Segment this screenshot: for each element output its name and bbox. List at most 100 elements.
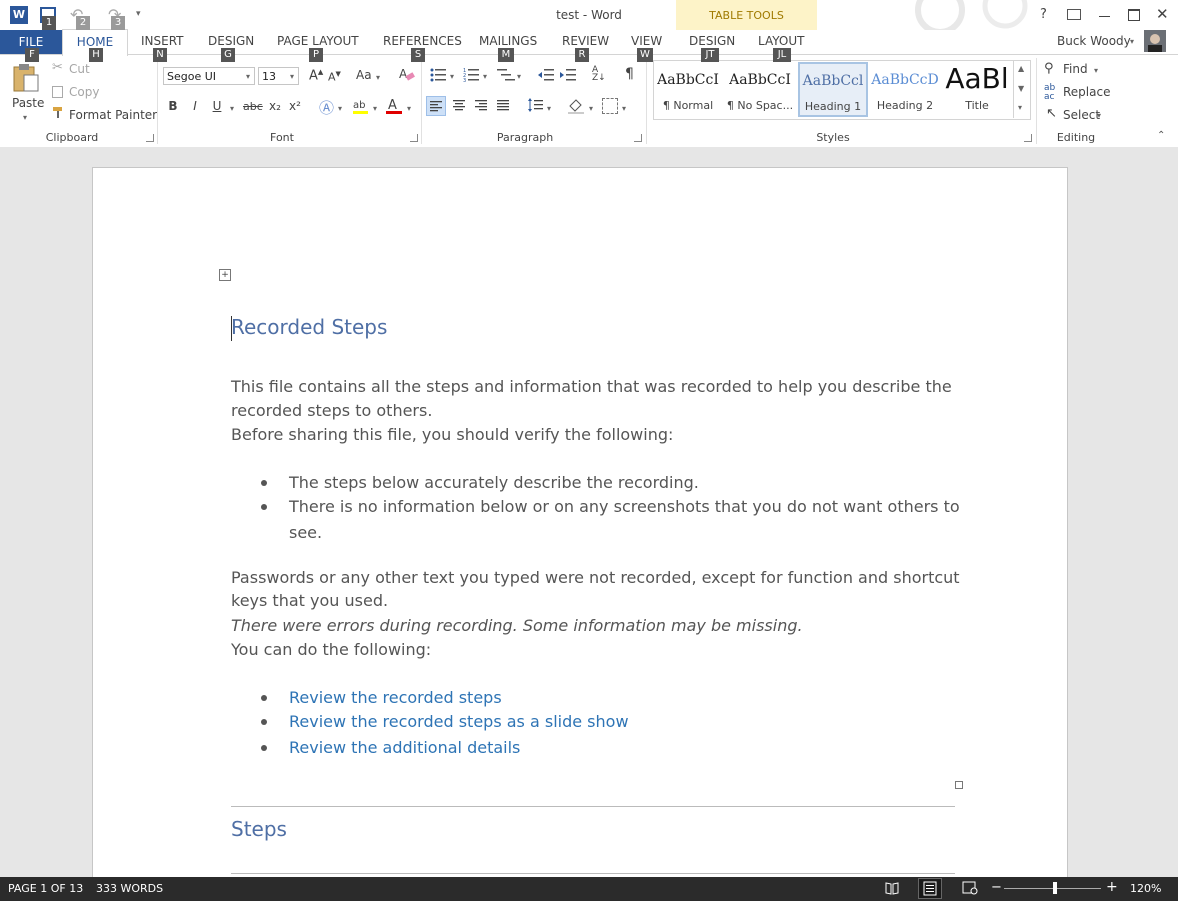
numbering-icon[interactable]: 123 (463, 67, 479, 84)
paste-dropdown-icon[interactable]: ▾ (23, 113, 27, 122)
tab-review[interactable]: REVIEW (562, 34, 609, 48)
line-spacing-dropdown-icon[interactable]: ▾ (547, 104, 551, 113)
superscript-button[interactable]: x² (289, 99, 301, 113)
subscript-button[interactable]: x₂ (269, 99, 281, 113)
minimize-icon[interactable] (1099, 16, 1110, 17)
ribbon-display-options-icon[interactable] (1067, 9, 1081, 20)
link-review-steps[interactable]: Review the recorded steps (289, 686, 502, 710)
zoom-level[interactable]: 120% (1130, 882, 1161, 895)
style-normal[interactable]: AaBbCcI ¶ Normal (654, 63, 722, 115)
tab-table-design[interactable]: DESIGN (689, 34, 735, 48)
page-count[interactable]: PAGE 1 OF 13 (8, 882, 83, 895)
doc-paragraph-1[interactable]: This file contains all the steps and inf… (231, 375, 952, 399)
avatar[interactable] (1144, 30, 1166, 52)
tab-table-layout[interactable]: LAYOUT (758, 34, 804, 48)
find-dropdown-icon[interactable]: ▾ (1094, 66, 1098, 75)
tab-page-layout[interactable]: PAGE LAYOUT (277, 34, 359, 48)
copy-button[interactable]: Copy (69, 85, 99, 99)
change-case-dropdown-icon[interactable]: ▾ (376, 73, 380, 82)
decrease-indent-icon[interactable] (538, 67, 554, 83)
bold-button[interactable]: B (164, 99, 182, 113)
tab-view[interactable]: VIEW (631, 34, 662, 48)
borders-icon[interactable] (602, 98, 618, 114)
font-name-box[interactable]: Segoe UI (163, 67, 255, 85)
select-dropdown-icon[interactable]: ▾ (1097, 111, 1101, 120)
multilevel-dropdown-icon[interactable]: ▾ (517, 72, 521, 81)
borders-dropdown-icon[interactable]: ▾ (622, 104, 626, 113)
underline-dropdown-icon[interactable]: ▾ (230, 104, 234, 113)
print-layout-button[interactable] (918, 878, 942, 899)
sort-icon[interactable]: A Z↓ (592, 66, 608, 84)
format-painter-button[interactable]: Format Painter (69, 108, 157, 122)
align-center-icon[interactable] (451, 97, 467, 113)
link-review-slide-show[interactable]: Review the recorded steps as a slide sho… (289, 710, 629, 734)
font-color-icon[interactable]: A (385, 97, 403, 115)
paragraph-launcher-icon[interactable] (634, 134, 642, 142)
word-count[interactable]: 333 WORDS (96, 882, 163, 895)
tab-mailings[interactable]: MAILINGS (479, 34, 537, 48)
user-name[interactable]: Buck Woody (1057, 34, 1131, 48)
styles-launcher-icon[interactable] (1024, 134, 1032, 142)
numbering-dropdown-icon[interactable]: ▾ (483, 72, 487, 81)
doc-paragraph-2[interactable]: Before sharing this file, you should ver… (231, 423, 673, 447)
zoom-slider-thumb[interactable] (1053, 882, 1057, 894)
bullets-icon[interactable] (430, 67, 446, 83)
style-no-spacing[interactable]: AaBbCcI ¶ No Spac... (726, 63, 794, 115)
style-heading-1[interactable]: AaBbCcl Heading 1 (798, 62, 868, 117)
read-mode-icon[interactable] (885, 881, 899, 895)
maximize-icon[interactable] (1128, 9, 1140, 21)
shading-dropdown-icon[interactable]: ▾ (589, 104, 593, 113)
doc-paragraph-4[interactable]: There were errors during recording. Some… (231, 614, 803, 638)
paste-icon[interactable] (12, 63, 40, 93)
clipboard-launcher-icon[interactable] (146, 134, 154, 142)
close-icon[interactable]: ✕ (1156, 5, 1169, 23)
link-review-details[interactable]: Review the additional details (289, 736, 520, 760)
gallery-more-icon[interactable]: ▾ (1018, 103, 1022, 112)
font-color-dropdown-icon[interactable]: ▾ (407, 104, 411, 113)
highlight-icon[interactable]: ab (352, 97, 370, 115)
shrink-font-icon[interactable]: A▼ (328, 70, 341, 84)
align-right-icon[interactable] (473, 97, 489, 113)
table-resize-handle-icon[interactable] (955, 781, 963, 789)
doc-paragraph-3b[interactable]: keys that you used. (231, 589, 388, 613)
doc-heading-steps[interactable]: Steps (231, 817, 287, 841)
doc-paragraph-1b[interactable]: recorded steps to others. (231, 399, 432, 423)
collapse-ribbon-icon[interactable]: ⌃ (1157, 130, 1165, 141)
style-title[interactable]: AaBl Title (944, 63, 1010, 115)
font-name-dropdown-icon[interactable]: ▾ (246, 72, 250, 81)
replace-button[interactable]: Replace (1063, 85, 1110, 99)
list-item-continuation[interactable]: see. (289, 521, 322, 545)
doc-heading[interactable]: Recorded Steps (231, 315, 387, 339)
gallery-scroll-down-icon[interactable]: ▼ (1018, 84, 1024, 93)
italic-button[interactable]: I (186, 99, 204, 113)
cut-button[interactable]: Cut (69, 62, 90, 76)
font-size-dropdown-icon[interactable]: ▾ (290, 72, 294, 81)
justify-icon[interactable] (495, 97, 511, 113)
bullets-dropdown-icon[interactable]: ▾ (450, 72, 454, 81)
list-item[interactable]: The steps below accurately describe the … (289, 471, 699, 495)
grow-font-icon[interactable]: A▲ (309, 68, 323, 83)
web-layout-icon[interactable] (962, 881, 978, 895)
zoom-out-button[interactable]: − (991, 880, 1002, 895)
style-heading-2[interactable]: AaBbCcD Heading 2 (871, 63, 939, 115)
clear-formatting-icon[interactable]: A (399, 66, 415, 82)
doc-paragraph-3[interactable]: Passwords or any other text you typed we… (231, 566, 960, 590)
zoom-in-button[interactable]: + (1106, 879, 1118, 895)
text-effects-dropdown-icon[interactable]: ▾ (338, 104, 342, 113)
gallery-scroll-up-icon[interactable]: ▲ (1018, 64, 1024, 73)
font-launcher-icon[interactable] (410, 134, 418, 142)
increase-indent-icon[interactable] (560, 67, 576, 83)
line-spacing-icon[interactable] (527, 97, 543, 113)
text-effects-icon[interactable]: Ⓐ (319, 97, 335, 117)
align-left-button[interactable] (426, 96, 446, 116)
tab-design[interactable]: DESIGN (208, 34, 254, 48)
find-button[interactable]: Find (1063, 62, 1088, 76)
paste-button[interactable]: Paste (12, 96, 44, 110)
list-item[interactable]: There is no information below or on any … (289, 495, 960, 519)
underline-button[interactable]: U (208, 99, 226, 113)
word-app-icon[interactable]: W (10, 6, 28, 24)
select-button[interactable]: Select (1063, 108, 1100, 122)
user-menu-chevron-icon[interactable]: ▾ (1130, 37, 1134, 46)
help-icon[interactable]: ? (1040, 7, 1047, 22)
customize-qat-icon[interactable]: ▾ (136, 9, 141, 19)
